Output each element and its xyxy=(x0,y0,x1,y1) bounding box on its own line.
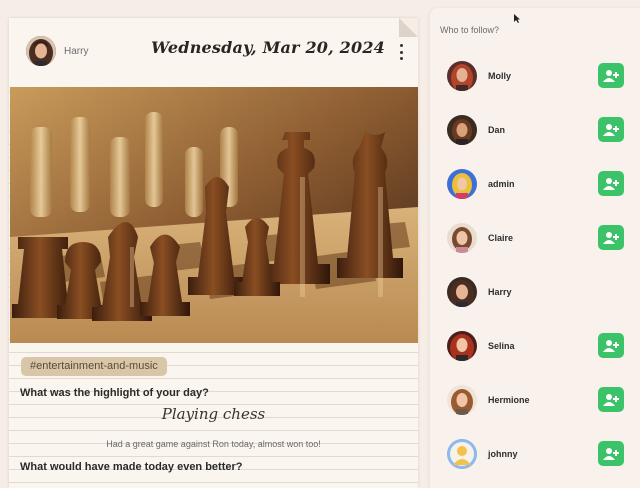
mouse-cursor-icon xyxy=(514,10,521,28)
user-name[interactable]: Harry xyxy=(488,287,512,297)
add-user-button[interactable] xyxy=(598,63,624,88)
follow-item: Selina xyxy=(430,327,640,367)
panel-title: Who to follow? xyxy=(440,25,500,35)
highlight-detail: Had a great game against Ron today, almo… xyxy=(106,439,321,449)
add-user-icon xyxy=(603,447,619,460)
user-avatar[interactable] xyxy=(447,61,477,91)
user-name[interactable]: Selina xyxy=(488,341,515,351)
add-user-icon xyxy=(603,123,619,136)
follow-item: johnny xyxy=(430,435,640,475)
user-name[interactable]: admin xyxy=(488,179,515,189)
follow-item: Molly xyxy=(430,57,640,97)
user-name[interactable]: Hermione xyxy=(488,395,530,405)
follow-item: Hermione xyxy=(430,381,640,421)
entry-header: Harry Wednesday, Mar 20, 2024 xyxy=(9,18,418,80)
add-user-button[interactable] xyxy=(598,387,624,412)
user-avatar[interactable] xyxy=(447,115,477,145)
journal-entry-card: Harry Wednesday, Mar 20, 2024 #entertain… xyxy=(9,18,418,488)
follow-item: admin xyxy=(430,165,640,205)
user-avatar[interactable] xyxy=(447,223,477,253)
add-user-button[interactable] xyxy=(598,117,624,142)
category-tag[interactable]: #entertainment-and-music xyxy=(21,357,167,376)
who-to-follow-panel: Who to follow? Molly Dan admin Claire Ha… xyxy=(430,8,640,488)
user-avatar[interactable] xyxy=(447,331,477,361)
follow-item: Harry xyxy=(430,273,640,313)
improvement-question: What would have made today even better? xyxy=(20,461,243,473)
author-avatar[interactable] xyxy=(26,36,56,66)
user-avatar[interactable] xyxy=(447,385,477,415)
user-avatar[interactable] xyxy=(447,277,477,307)
add-user-icon xyxy=(603,177,619,190)
user-avatar[interactable] xyxy=(447,169,477,199)
user-name[interactable]: Dan xyxy=(488,125,505,135)
highlight-answer: Playing chess xyxy=(161,405,266,423)
add-user-button[interactable] xyxy=(598,171,624,196)
follow-item: Claire xyxy=(430,219,640,259)
follow-item: Dan xyxy=(430,111,640,151)
author-name[interactable]: Harry xyxy=(64,46,88,57)
user-name[interactable]: Molly xyxy=(488,71,511,81)
add-user-icon xyxy=(603,339,619,352)
page-fold xyxy=(399,18,418,37)
add-user-icon xyxy=(603,231,619,244)
entry-date: Wednesday, Mar 20, 2024 xyxy=(151,38,385,57)
add-user-button[interactable] xyxy=(598,441,624,466)
chess-photo xyxy=(10,87,418,343)
add-user-button[interactable] xyxy=(598,333,624,358)
more-vertical-icon[interactable] xyxy=(398,44,404,60)
user-name[interactable]: johnny xyxy=(488,449,518,459)
user-avatar[interactable] xyxy=(447,439,477,469)
highlight-question: What was the highlight of your day? xyxy=(20,387,209,399)
add-user-button[interactable] xyxy=(598,225,624,250)
user-name[interactable]: Claire xyxy=(488,233,513,243)
add-user-icon xyxy=(603,69,619,82)
add-user-icon xyxy=(603,393,619,406)
